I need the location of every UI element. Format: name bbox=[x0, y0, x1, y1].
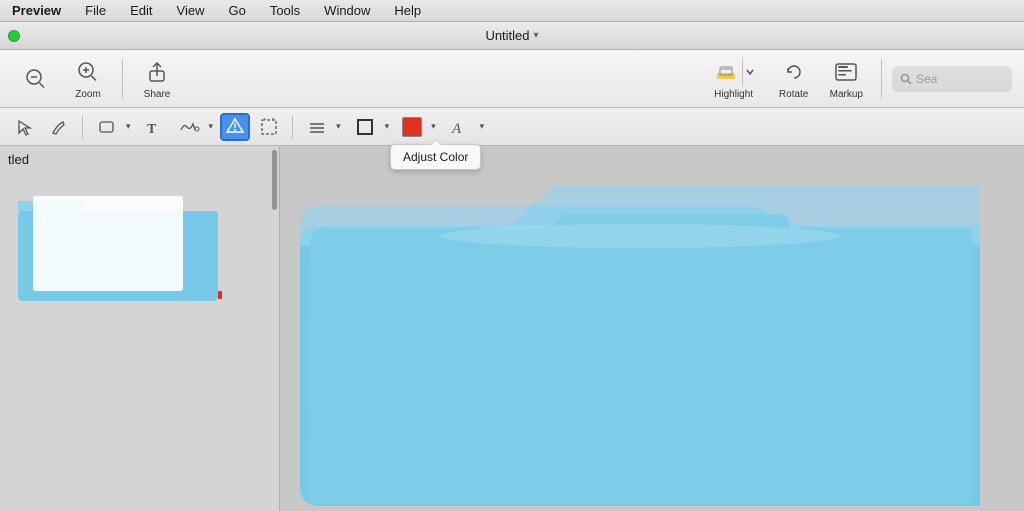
color-chevron-icon[interactable]: ▾ bbox=[428, 113, 439, 141]
font-chevron-icon[interactable]: ▾ bbox=[477, 113, 488, 141]
sidebar: tled bbox=[0, 146, 280, 511]
sidebar-folder-area bbox=[0, 173, 279, 511]
tool-sep-1 bbox=[82, 115, 83, 139]
menu-window[interactable]: Window bbox=[320, 3, 374, 18]
traffic-lights bbox=[8, 30, 20, 42]
title-chevron-icon[interactable]: ▾ bbox=[534, 30, 539, 41]
border-chevron-icon[interactable]: ▾ bbox=[382, 113, 393, 141]
toolbar-sep-2 bbox=[881, 59, 882, 99]
zoom-out-icon bbox=[22, 65, 50, 93]
main-content: tled bbox=[0, 146, 1024, 511]
text-tool-button[interactable]: T bbox=[138, 113, 168, 141]
main-toolbar: Zoom Share High bbox=[0, 50, 1024, 108]
highlight-button[interactable]: Highlight bbox=[702, 54, 766, 104]
highlight-label: Highlight bbox=[714, 89, 753, 100]
traffic-light-green[interactable] bbox=[8, 30, 20, 42]
menu-view[interactable]: View bbox=[173, 3, 209, 18]
zoom-in-button[interactable]: Zoom bbox=[64, 54, 112, 104]
sidebar-scrollbar-thumb bbox=[272, 150, 277, 210]
secondary-toolbar: ▾ T ▾ bbox=[0, 108, 1024, 146]
draw-tool-button[interactable] bbox=[44, 113, 74, 141]
rotate-button[interactable]: Rotate bbox=[770, 54, 818, 104]
zoom-label: Zoom bbox=[75, 89, 101, 100]
lines-chevron-icon[interactable]: ▾ bbox=[333, 113, 344, 141]
menu-tools[interactable]: Tools bbox=[266, 3, 304, 18]
share-button[interactable]: Share bbox=[133, 54, 181, 104]
title-bar: Untitled ▾ bbox=[0, 22, 1024, 50]
signature-tool-button[interactable]: ▾ bbox=[172, 113, 217, 141]
border-icon bbox=[348, 113, 382, 141]
lines-icon bbox=[301, 113, 333, 141]
lines-menu-button[interactable]: ▾ bbox=[301, 113, 344, 141]
red-marker bbox=[218, 291, 222, 299]
adjust-color-button[interactable] bbox=[220, 113, 250, 141]
crop-tool-button[interactable] bbox=[254, 113, 284, 141]
font-icon: A bbox=[443, 113, 477, 141]
markup-icon bbox=[832, 58, 860, 86]
menu-file[interactable]: File bbox=[81, 3, 110, 18]
highlight-icon[interactable] bbox=[710, 58, 742, 86]
color-swatch-icon bbox=[396, 113, 428, 141]
search-box[interactable]: Sea bbox=[892, 66, 1012, 92]
menu-preview[interactable]: Preview bbox=[8, 3, 65, 18]
shape-chevron-icon[interactable]: ▾ bbox=[123, 113, 134, 141]
zoom-out-button[interactable] bbox=[12, 61, 60, 97]
svg-text:T: T bbox=[147, 122, 157, 137]
tooltip-text: Adjust Color bbox=[403, 150, 468, 164]
search-icon bbox=[900, 73, 912, 85]
color-swatch-red bbox=[402, 117, 422, 137]
signature-tool-icon bbox=[172, 113, 206, 141]
sidebar-scrollbar[interactable] bbox=[271, 146, 277, 511]
menu-edit[interactable]: Edit bbox=[126, 3, 156, 18]
menu-bar: Preview File Edit View Go Tools Window H… bbox=[0, 0, 1024, 22]
selection-tool-button[interactable] bbox=[10, 113, 40, 141]
shape-tool-icon bbox=[91, 113, 123, 141]
highlight-btn-row bbox=[710, 58, 758, 86]
title-label: Untitled bbox=[485, 28, 529, 43]
share-icon bbox=[143, 58, 171, 86]
main-folder-svg bbox=[300, 166, 980, 506]
shape-tool-button[interactable]: ▾ bbox=[91, 113, 134, 141]
rotate-icon bbox=[780, 58, 808, 86]
border-menu-button[interactable]: ▾ bbox=[348, 113, 393, 141]
menu-go[interactable]: Go bbox=[224, 3, 249, 18]
font-menu-button[interactable]: A ▾ bbox=[443, 113, 488, 141]
content-area bbox=[280, 146, 1024, 511]
search-placeholder: Sea bbox=[916, 72, 937, 86]
menu-help[interactable]: Help bbox=[390, 3, 425, 18]
sidebar-item[interactable]: tled bbox=[0, 146, 279, 173]
sidebar-folder-1[interactable] bbox=[8, 181, 228, 311]
svg-text:A: A bbox=[451, 121, 462, 137]
rotate-label: Rotate bbox=[779, 89, 808, 100]
tooltip: Adjust Color bbox=[390, 144, 481, 170]
zoom-in-icon bbox=[74, 58, 102, 86]
tool-sep-2 bbox=[292, 115, 293, 139]
share-label: Share bbox=[144, 89, 171, 100]
toolbar-sep-1 bbox=[122, 59, 123, 99]
window-title: Untitled ▾ bbox=[485, 28, 538, 43]
markup-label: Markup bbox=[830, 89, 863, 100]
highlight-chevron-icon[interactable] bbox=[742, 58, 758, 86]
sidebar-item-label: tled bbox=[8, 152, 29, 167]
markup-button[interactable]: Markup bbox=[822, 54, 871, 104]
folder-svg-1 bbox=[8, 181, 228, 311]
signature-chevron-icon[interactable]: ▾ bbox=[206, 113, 217, 141]
color-menu-button[interactable]: ▾ bbox=[396, 113, 439, 141]
